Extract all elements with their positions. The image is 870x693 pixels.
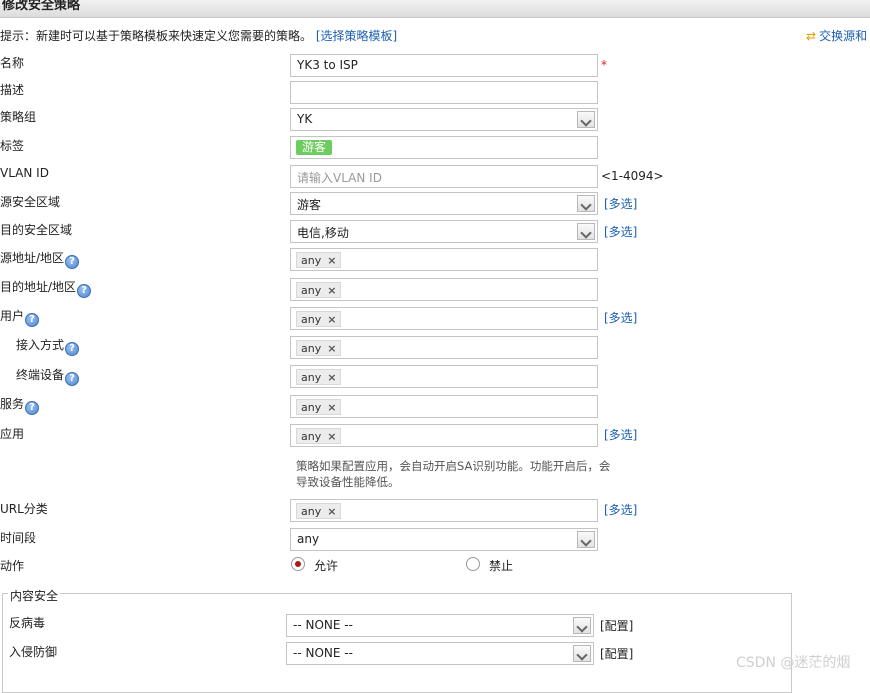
close-icon[interactable]: × [327,430,336,443]
url-chip: any × [296,503,342,519]
action-label: 动作 [0,559,25,573]
tag-label: 标签 [0,139,25,153]
app-label: 应用 [0,427,25,441]
src-zone-multi-link[interactable]: [多选] [604,195,637,212]
close-icon[interactable]: × [327,342,336,355]
dst-zone-label: 目的安全区域 [0,223,73,237]
url-label: URL分类 [0,502,48,516]
src-addr-input[interactable]: any × [290,248,598,271]
ips-config-link[interactable]: [配置] [600,645,633,662]
src-zone-value: 游客 [297,198,322,212]
dst-addr-label: 目的地址/地区? [0,278,92,298]
vlan-input[interactable]: 请输入VLAN ID [290,165,598,188]
help-icon[interactable]: ? [25,313,40,327]
service-label: 服务? [0,395,40,415]
swap-icon: ⇄ [806,29,817,43]
chevron-down-icon[interactable] [577,195,595,212]
close-icon[interactable]: × [327,371,336,384]
select-template-link[interactable]: [选择策略模板] [316,29,397,43]
app-note: 策略如果配置应用，会自动开启SA识别功能。功能开启后，会导致设备性能降低。 [296,459,611,489]
chevron-down-icon[interactable] [577,111,595,128]
time-select[interactable]: any [290,528,598,551]
name-label: 名称 [0,56,25,70]
src-zone-select[interactable]: 游客 [290,192,598,215]
access-input[interactable]: any × [290,336,598,359]
allow-label: 允许 [314,559,339,573]
time-value: any [297,532,320,546]
terminal-label: 终端设备? [16,366,80,386]
description-label: 描述 [0,83,25,97]
help-icon[interactable]: ? [77,284,92,298]
vlan-placeholder: 请输入VLAN ID [297,171,382,185]
antivirus-select[interactable]: -- NONE -- [286,614,594,637]
ips-select[interactable]: -- NONE -- [286,642,594,665]
required-mark: * [601,58,607,72]
hint-line: 提示：新建时可以基于策略模板来快速定义您需要的策略。 [选择策略模板] [0,27,397,44]
vlan-label: VLAN ID [0,166,49,180]
service-input[interactable]: any × [290,395,598,418]
group-select[interactable]: YK [290,108,598,131]
chevron-down-icon[interactable] [577,223,595,240]
dst-zone-select[interactable]: 电信,移动 [290,220,598,243]
antivirus-value: -- NONE -- [293,618,353,632]
close-icon[interactable]: × [327,313,336,326]
app-input[interactable]: any × [290,424,598,447]
access-label: 接入方式? [16,336,80,356]
help-icon[interactable]: ? [25,401,40,415]
watermark: CSDN @迷茫的烟 [736,655,851,671]
chevron-down-icon[interactable] [573,645,591,662]
dst-zone-value: 电信,移动 [297,226,349,240]
user-input[interactable]: any × [290,307,598,330]
antivirus-config-link[interactable]: [配置] [600,617,633,634]
dialog-title-bar: 修改安全策略 [0,0,870,18]
group-value: YK [297,112,313,126]
hint-text: 提示：新建时可以基于策略模板来快速定义您需要的策略。 [0,29,313,43]
tag-input[interactable]: 游客 [290,136,598,159]
src-addr-label: 源地址/地区? [0,249,80,269]
close-icon[interactable]: × [327,254,336,267]
deny-label: 禁止 [489,559,514,573]
allow-radio[interactable] [291,557,305,571]
url-multi-link[interactable]: [多选] [604,501,637,518]
user-multi-link[interactable]: [多选] [604,309,637,326]
user-chip: any × [296,311,342,327]
access-chip: any × [296,340,342,356]
dialog-title: 修改安全策略 [2,0,81,13]
close-icon[interactable]: × [327,284,336,297]
name-input[interactable]: YK3 to ISP [290,54,598,77]
close-icon[interactable]: × [327,401,336,414]
help-icon[interactable]: ? [65,255,80,269]
src-addr-chip: any × [296,252,342,268]
app-multi-link[interactable]: [多选] [604,426,637,443]
app-chip: any × [296,428,342,444]
description-input[interactable] [290,81,598,104]
chevron-down-icon[interactable] [573,617,591,634]
time-label: 时间段 [0,531,37,545]
close-icon[interactable]: × [327,505,336,518]
vlan-range: <1-4094> [601,169,664,183]
dst-addr-chip: any × [296,282,342,298]
user-label: 用户? [0,307,40,327]
src-zone-label: 源安全区域 [0,195,61,209]
dst-addr-input[interactable]: any × [290,278,598,301]
content-security-legend: 内容安全 [8,587,61,604]
terminal-chip: any × [296,369,342,385]
deny-radio[interactable] [466,557,480,571]
antivirus-label: 反病毒 [9,616,46,630]
help-icon[interactable]: ? [65,342,80,356]
chevron-down-icon[interactable] [577,531,595,548]
terminal-input[interactable]: any × [290,365,598,388]
swap-src-dst-link[interactable]: ⇄ 交换源和 [806,27,867,44]
ips-value: -- NONE -- [293,646,353,660]
tag-badge[interactable]: 游客 [296,140,333,155]
dst-zone-multi-link[interactable]: [多选] [604,223,637,240]
help-icon[interactable]: ? [65,372,80,386]
service-chip: any × [296,399,342,415]
ips-label: 入侵防御 [9,645,58,659]
url-input[interactable]: any × [290,499,598,522]
group-label: 策略组 [0,110,37,124]
